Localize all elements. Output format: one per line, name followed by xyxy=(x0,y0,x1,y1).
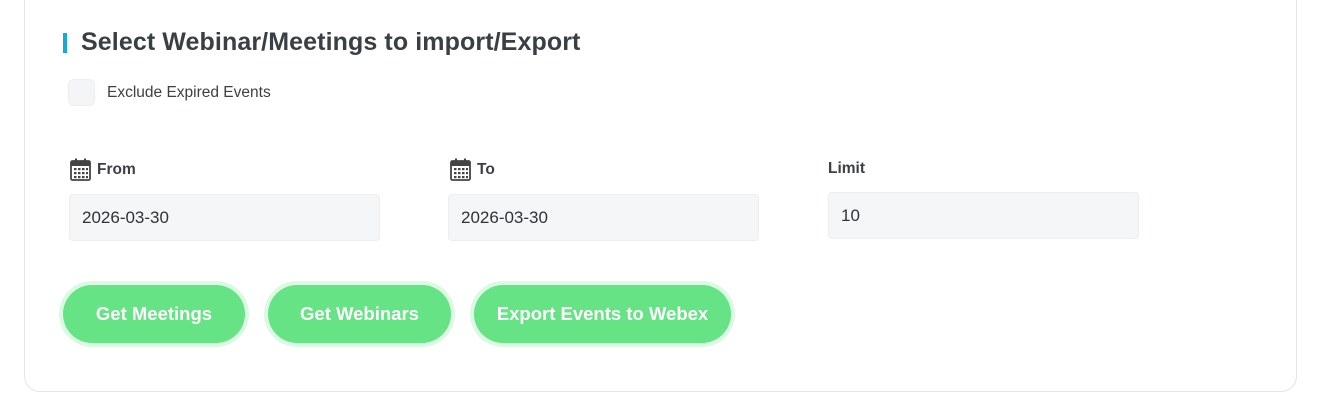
exclude-expired-label: Exclude Expired Events xyxy=(107,84,271,101)
section-title: Select Webinar/Meetings to import/Export xyxy=(81,28,581,56)
title-accent-bar xyxy=(63,33,67,53)
to-label: To xyxy=(477,160,495,178)
from-date-input[interactable]: 2026-03-30 xyxy=(69,194,380,241)
limit-label-text: Limit xyxy=(828,160,866,177)
to-date-input[interactable]: 2026-03-30 xyxy=(448,194,759,241)
export-events-button[interactable]: Export Events to Webex xyxy=(474,285,731,343)
limit-input[interactable]: 10 xyxy=(828,192,1139,239)
from-label: From xyxy=(97,160,136,178)
exclude-expired-checkbox[interactable] xyxy=(68,79,95,106)
get-webinars-button[interactable]: Get Webinars xyxy=(268,285,451,343)
limit-label: Limit xyxy=(828,160,865,178)
calendar-icon xyxy=(450,158,471,181)
calendar-icon xyxy=(70,158,91,181)
get-meetings-button[interactable]: Get Meetings xyxy=(63,285,245,343)
to-label-group: To xyxy=(450,158,495,181)
from-label-group: From xyxy=(70,158,136,181)
